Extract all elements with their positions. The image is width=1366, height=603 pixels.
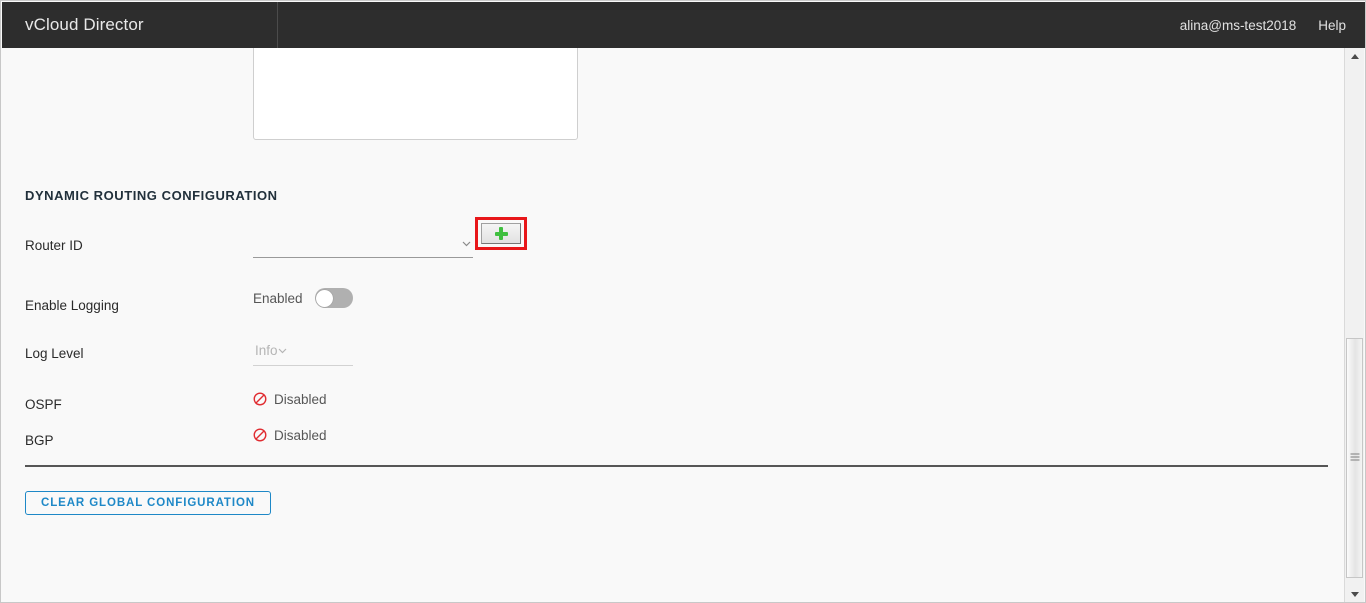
help-link[interactable]: Help	[1318, 18, 1346, 33]
page-title: vCloud Director	[25, 15, 144, 34]
scrollbar-grip-icon	[1350, 453, 1359, 463]
plus-icon	[494, 227, 508, 240]
label-ospf: OSPF	[25, 397, 62, 412]
enable-logging-control: Enabled	[253, 288, 353, 308]
log-level-control: Info	[253, 336, 353, 366]
chevron-down-icon	[278, 346, 287, 355]
ban-icon	[253, 392, 267, 406]
chevron-down-icon	[462, 239, 471, 248]
label-log-level: Log Level	[25, 346, 84, 361]
ban-icon	[253, 428, 267, 442]
log-level-select-value: Info	[255, 343, 278, 358]
user-account-link[interactable]: alina@ms-test2018	[1180, 18, 1297, 33]
top-header-bar: vCloud Director alina@ms-test2018 Help	[2, 2, 1365, 48]
header-actions: alina@ms-test2018 Help	[1180, 18, 1365, 33]
application-window: vCloud Director alina@ms-test2018 Help D…	[0, 0, 1366, 603]
main-content: DYNAMIC ROUTING CONFIGURATION Router ID …	[2, 48, 1346, 602]
scroll-up-arrow-icon[interactable]	[1345, 48, 1364, 65]
scrollbar-thumb[interactable]	[1346, 338, 1363, 578]
scroll-down-arrow-icon[interactable]	[1345, 586, 1364, 602]
bgp-status-text: Disabled	[274, 427, 327, 443]
router-id-control	[253, 217, 527, 258]
upper-detail-panel	[253, 48, 578, 140]
vertical-scrollbar[interactable]	[1344, 48, 1364, 602]
enable-logging-toggle[interactable]	[314, 288, 353, 308]
enable-logging-state-text: Enabled	[253, 290, 303, 306]
section-heading: DYNAMIC ROUTING CONFIGURATION	[25, 188, 278, 203]
label-bgp: BGP	[25, 433, 54, 448]
ospf-status-text: Disabled	[274, 391, 327, 407]
router-id-select[interactable]	[253, 228, 473, 258]
brand-zone: vCloud Director	[2, 2, 278, 48]
clear-global-configuration-button[interactable]: CLEAR GLOBAL CONFIGURATION	[25, 491, 271, 515]
section-divider	[25, 465, 1328, 467]
ospf-status-control: Disabled	[253, 388, 327, 410]
toggle-knob	[316, 289, 334, 307]
label-router-id: Router ID	[25, 238, 83, 253]
log-level-select[interactable]: Info	[253, 336, 353, 366]
label-enable-logging: Enable Logging	[25, 298, 119, 313]
bgp-status-control: Disabled	[253, 424, 327, 446]
add-router-id-button[interactable]	[481, 223, 521, 244]
